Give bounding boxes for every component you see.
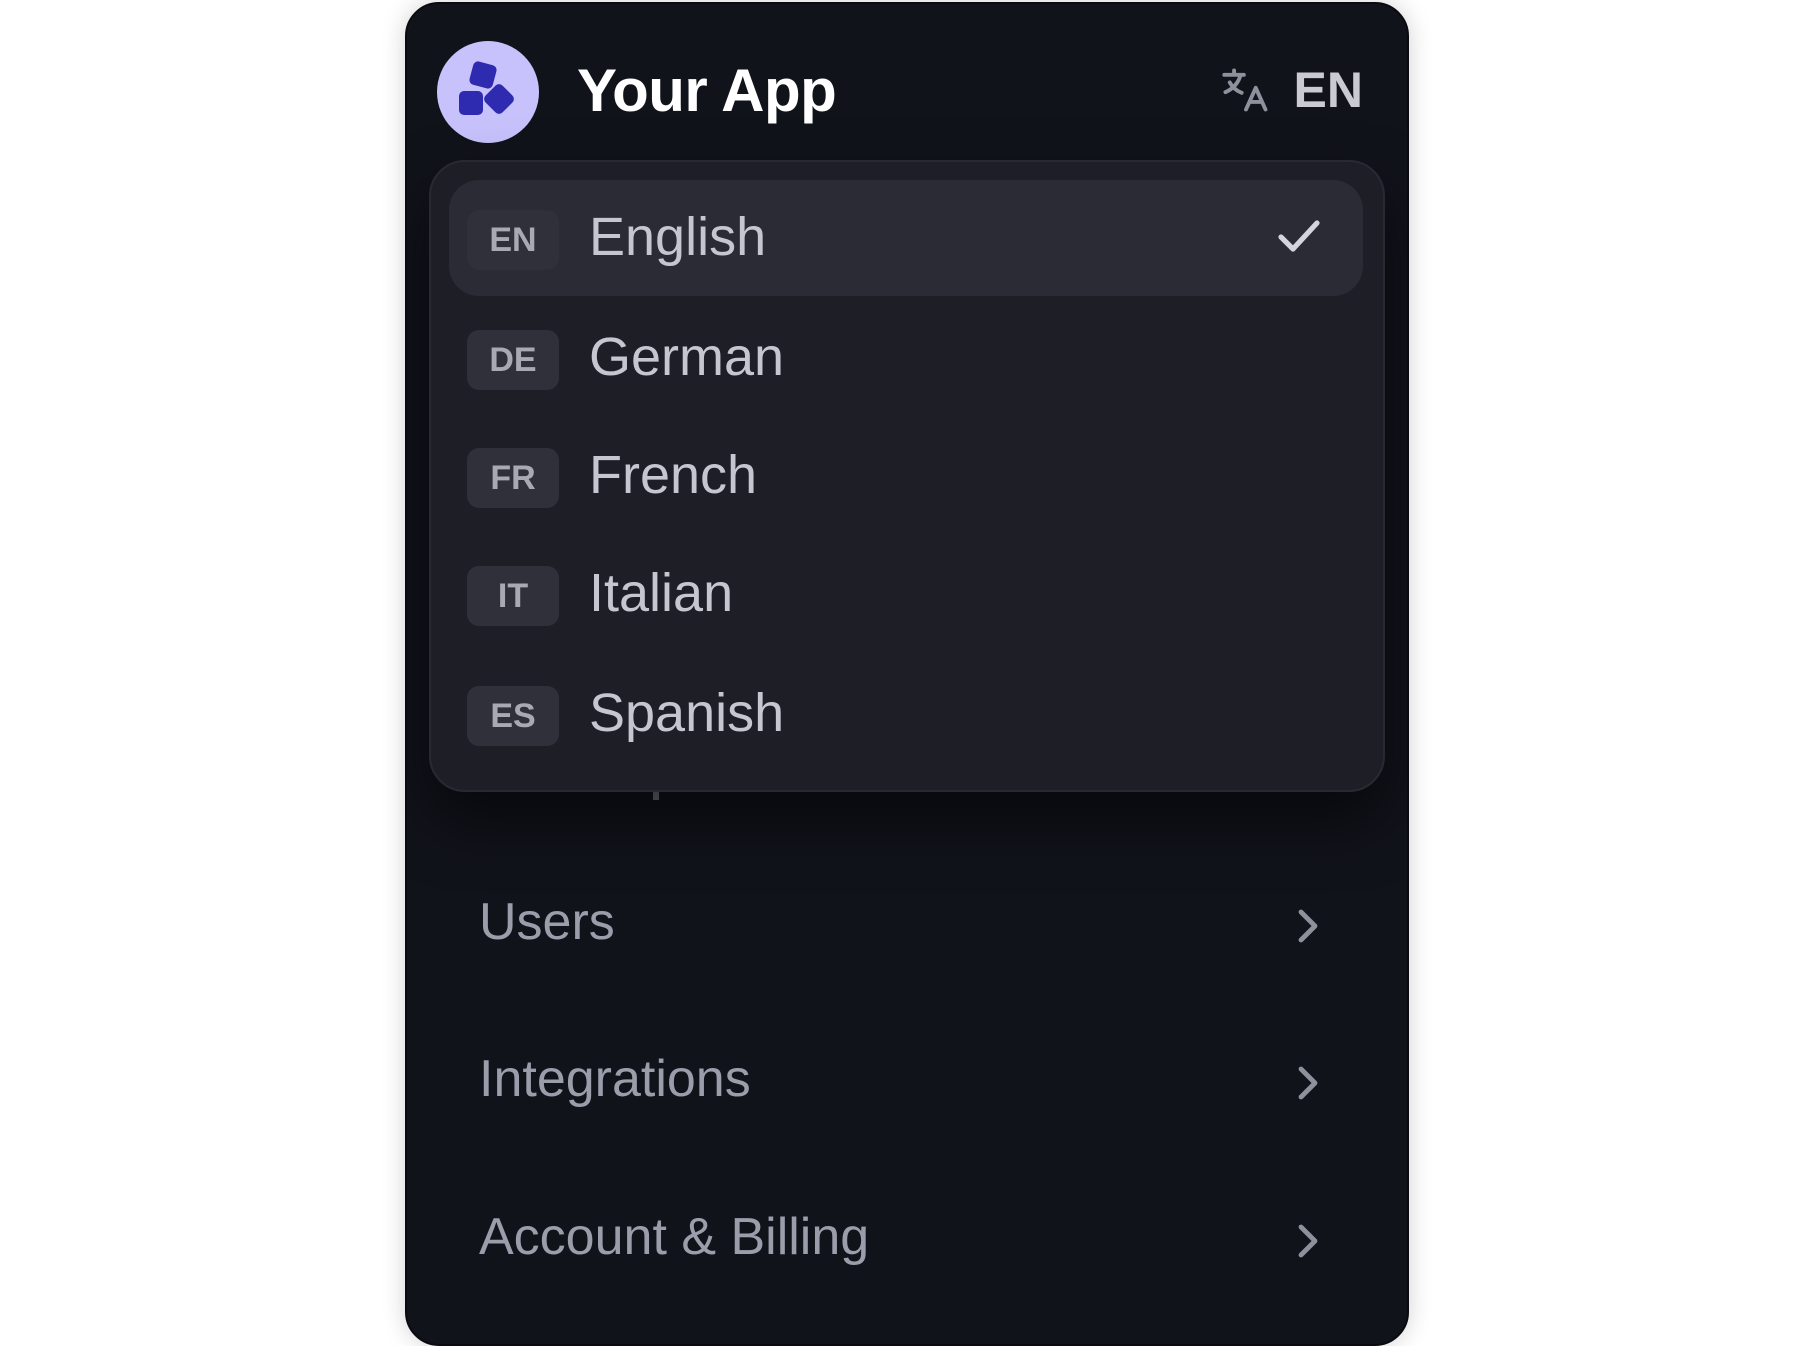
language-code-badge: FR xyxy=(467,448,559,508)
language-option-label: German xyxy=(589,327,785,387)
language-option-english[interactable]: EN English xyxy=(449,180,1363,296)
header: Your App EN xyxy=(407,4,1407,180)
language-code-badge: EN xyxy=(467,210,559,270)
language-option-label: Spanish xyxy=(589,683,785,743)
language-option-label: English xyxy=(589,207,767,267)
translate-icon xyxy=(1221,68,1267,112)
language-option-german[interactable]: DE German xyxy=(449,300,1363,416)
language-code-badge: DE xyxy=(467,330,559,390)
language-option-spanish[interactable]: ES Spanish xyxy=(449,656,1363,772)
nav-item-label: Account & Billing xyxy=(479,1208,870,1266)
language-option-label: Italian xyxy=(589,563,734,623)
app-logo xyxy=(437,41,539,143)
nav-item-integrations[interactable]: Integrations xyxy=(407,1027,1407,1127)
chevron-right-icon xyxy=(1298,1224,1318,1258)
language-option-italian[interactable]: IT Italian xyxy=(449,536,1363,652)
language-option-label: French xyxy=(589,445,758,505)
nav-item-label: Integrations xyxy=(479,1050,751,1108)
chevron-right-icon xyxy=(1298,909,1318,943)
nav-item-account-billing[interactable]: Account & Billing xyxy=(407,1185,1407,1285)
language-toggle[interactable]: EN xyxy=(1220,58,1363,122)
nav-item-label: Users xyxy=(479,893,615,951)
language-code-badge: ES xyxy=(467,686,559,746)
app-panel: Your App EN Users Integrations Account &… xyxy=(405,2,1409,1346)
check-icon xyxy=(1278,220,1320,252)
app-title: Your App xyxy=(577,57,837,124)
nav-item-users[interactable]: Users xyxy=(407,870,1407,970)
language-code-badge: IT xyxy=(467,566,559,626)
language-option-french[interactable]: FR French xyxy=(449,418,1363,534)
logo-blocks-icon xyxy=(459,61,514,115)
chevron-right-icon xyxy=(1298,1066,1318,1100)
current-language-code: EN xyxy=(1293,62,1363,118)
language-dropdown: EN English DE German FR French IT Italia… xyxy=(429,160,1385,792)
